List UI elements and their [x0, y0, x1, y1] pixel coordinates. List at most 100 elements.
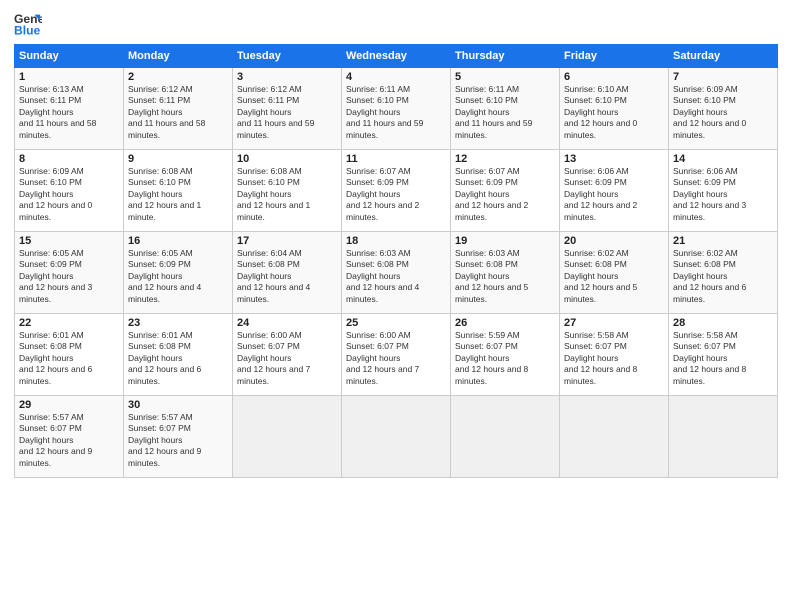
- day-number: 26: [455, 317, 555, 329]
- day-info: Sunrise: 6:00 AM Sunset: 6:07 PM Dayligh…: [237, 330, 337, 387]
- day-number: 20: [564, 235, 664, 247]
- day-number: 5: [455, 71, 555, 83]
- day-number: 4: [346, 71, 446, 83]
- day-info: Sunrise: 6:02 AM Sunset: 6:08 PM Dayligh…: [673, 248, 773, 305]
- day-info: Sunrise: 5:57 AM Sunset: 6:07 PM Dayligh…: [19, 412, 119, 469]
- day-info: Sunrise: 5:58 AM Sunset: 6:07 PM Dayligh…: [564, 330, 664, 387]
- day-info: Sunrise: 6:12 AM Sunset: 6:11 PM Dayligh…: [237, 84, 337, 141]
- day-header-monday: Monday: [124, 45, 233, 68]
- day-header-saturday: Saturday: [669, 45, 778, 68]
- calendar-cell: [233, 396, 342, 478]
- day-info: Sunrise: 5:58 AM Sunset: 6:07 PM Dayligh…: [673, 330, 773, 387]
- day-number: 24: [237, 317, 337, 329]
- day-header-tuesday: Tuesday: [233, 45, 342, 68]
- day-info: Sunrise: 6:01 AM Sunset: 6:08 PM Dayligh…: [19, 330, 119, 387]
- day-number: 3: [237, 71, 337, 83]
- day-info: Sunrise: 6:03 AM Sunset: 6:08 PM Dayligh…: [346, 248, 446, 305]
- page: General Blue SundayMondayTuesdayWednesda…: [0, 0, 792, 612]
- day-info: Sunrise: 6:05 AM Sunset: 6:09 PM Dayligh…: [128, 248, 228, 305]
- day-info: Sunrise: 6:05 AM Sunset: 6:09 PM Dayligh…: [19, 248, 119, 305]
- day-number: 10: [237, 153, 337, 165]
- day-info: Sunrise: 6:02 AM Sunset: 6:08 PM Dayligh…: [564, 248, 664, 305]
- calendar-week-5: 29 Sunrise: 5:57 AM Sunset: 6:07 PM Dayl…: [15, 396, 778, 478]
- day-number: 12: [455, 153, 555, 165]
- day-header-thursday: Thursday: [451, 45, 560, 68]
- calendar-cell: 21 Sunrise: 6:02 AM Sunset: 6:08 PM Dayl…: [669, 232, 778, 314]
- calendar-week-3: 15 Sunrise: 6:05 AM Sunset: 6:09 PM Dayl…: [15, 232, 778, 314]
- calendar-cell: [451, 396, 560, 478]
- day-info: Sunrise: 6:09 AM Sunset: 6:10 PM Dayligh…: [673, 84, 773, 141]
- day-number: 21: [673, 235, 773, 247]
- calendar-cell: 9 Sunrise: 6:08 AM Sunset: 6:10 PM Dayli…: [124, 150, 233, 232]
- calendar-cell: 23 Sunrise: 6:01 AM Sunset: 6:08 PM Dayl…: [124, 314, 233, 396]
- calendar-week-2: 8 Sunrise: 6:09 AM Sunset: 6:10 PM Dayli…: [15, 150, 778, 232]
- calendar-cell: 8 Sunrise: 6:09 AM Sunset: 6:10 PM Dayli…: [15, 150, 124, 232]
- day-number: 2: [128, 71, 228, 83]
- calendar-cell: 13 Sunrise: 6:06 AM Sunset: 6:09 PM Dayl…: [560, 150, 669, 232]
- calendar-cell: 22 Sunrise: 6:01 AM Sunset: 6:08 PM Dayl…: [15, 314, 124, 396]
- calendar-cell: 15 Sunrise: 6:05 AM Sunset: 6:09 PM Dayl…: [15, 232, 124, 314]
- calendar-cell: 30 Sunrise: 5:57 AM Sunset: 6:07 PM Dayl…: [124, 396, 233, 478]
- day-number: 23: [128, 317, 228, 329]
- day-info: Sunrise: 6:01 AM Sunset: 6:08 PM Dayligh…: [128, 330, 228, 387]
- calendar-week-4: 22 Sunrise: 6:01 AM Sunset: 6:08 PM Dayl…: [15, 314, 778, 396]
- calendar-cell: 4 Sunrise: 6:11 AM Sunset: 6:10 PM Dayli…: [342, 68, 451, 150]
- logo: General Blue: [14, 10, 42, 38]
- calendar-cell: 7 Sunrise: 6:09 AM Sunset: 6:10 PM Dayli…: [669, 68, 778, 150]
- day-info: Sunrise: 6:07 AM Sunset: 6:09 PM Dayligh…: [346, 166, 446, 223]
- day-number: 27: [564, 317, 664, 329]
- calendar-cell: 12 Sunrise: 6:07 AM Sunset: 6:09 PM Dayl…: [451, 150, 560, 232]
- day-number: 9: [128, 153, 228, 165]
- day-info: Sunrise: 6:04 AM Sunset: 6:08 PM Dayligh…: [237, 248, 337, 305]
- calendar-cell: 10 Sunrise: 6:08 AM Sunset: 6:10 PM Dayl…: [233, 150, 342, 232]
- calendar-cell: 24 Sunrise: 6:00 AM Sunset: 6:07 PM Dayl…: [233, 314, 342, 396]
- calendar-cell: 20 Sunrise: 6:02 AM Sunset: 6:08 PM Dayl…: [560, 232, 669, 314]
- day-number: 15: [19, 235, 119, 247]
- calendar-cell: 14 Sunrise: 6:06 AM Sunset: 6:09 PM Dayl…: [669, 150, 778, 232]
- day-info: Sunrise: 6:09 AM Sunset: 6:10 PM Dayligh…: [19, 166, 119, 223]
- day-info: Sunrise: 6:08 AM Sunset: 6:10 PM Dayligh…: [237, 166, 337, 223]
- calendar-cell: 6 Sunrise: 6:10 AM Sunset: 6:10 PM Dayli…: [560, 68, 669, 150]
- calendar-cell: 16 Sunrise: 6:05 AM Sunset: 6:09 PM Dayl…: [124, 232, 233, 314]
- day-number: 25: [346, 317, 446, 329]
- day-number: 8: [19, 153, 119, 165]
- day-info: Sunrise: 6:06 AM Sunset: 6:09 PM Dayligh…: [673, 166, 773, 223]
- svg-text:Blue: Blue: [14, 23, 41, 37]
- calendar-table: SundayMondayTuesdayWednesdayThursdayFrid…: [14, 44, 778, 478]
- day-info: Sunrise: 6:10 AM Sunset: 6:10 PM Dayligh…: [564, 84, 664, 141]
- calendar-cell: 5 Sunrise: 6:11 AM Sunset: 6:10 PM Dayli…: [451, 68, 560, 150]
- day-header-wednesday: Wednesday: [342, 45, 451, 68]
- day-number: 19: [455, 235, 555, 247]
- day-number: 7: [673, 71, 773, 83]
- calendar-week-1: 1 Sunrise: 6:13 AM Sunset: 6:11 PM Dayli…: [15, 68, 778, 150]
- day-header-sunday: Sunday: [15, 45, 124, 68]
- day-number: 18: [346, 235, 446, 247]
- day-number: 28: [673, 317, 773, 329]
- day-info: Sunrise: 6:11 AM Sunset: 6:10 PM Dayligh…: [455, 84, 555, 141]
- calendar-cell: 29 Sunrise: 5:57 AM Sunset: 6:07 PM Dayl…: [15, 396, 124, 478]
- day-info: Sunrise: 6:12 AM Sunset: 6:11 PM Dayligh…: [128, 84, 228, 141]
- calendar-cell: 17 Sunrise: 6:04 AM Sunset: 6:08 PM Dayl…: [233, 232, 342, 314]
- day-number: 13: [564, 153, 664, 165]
- calendar-cell: [560, 396, 669, 478]
- day-number: 17: [237, 235, 337, 247]
- day-info: Sunrise: 5:59 AM Sunset: 6:07 PM Dayligh…: [455, 330, 555, 387]
- day-info: Sunrise: 6:00 AM Sunset: 6:07 PM Dayligh…: [346, 330, 446, 387]
- calendar-cell: 18 Sunrise: 6:03 AM Sunset: 6:08 PM Dayl…: [342, 232, 451, 314]
- logo-icon: General Blue: [14, 10, 42, 38]
- day-info: Sunrise: 6:06 AM Sunset: 6:09 PM Dayligh…: [564, 166, 664, 223]
- calendar-cell: 2 Sunrise: 6:12 AM Sunset: 6:11 PM Dayli…: [124, 68, 233, 150]
- day-info: Sunrise: 5:57 AM Sunset: 6:07 PM Dayligh…: [128, 412, 228, 469]
- calendar-cell: 28 Sunrise: 5:58 AM Sunset: 6:07 PM Dayl…: [669, 314, 778, 396]
- day-number: 16: [128, 235, 228, 247]
- calendar-cell: 27 Sunrise: 5:58 AM Sunset: 6:07 PM Dayl…: [560, 314, 669, 396]
- calendar-cell: 19 Sunrise: 6:03 AM Sunset: 6:08 PM Dayl…: [451, 232, 560, 314]
- day-number: 11: [346, 153, 446, 165]
- calendar-cell: [669, 396, 778, 478]
- day-info: Sunrise: 6:07 AM Sunset: 6:09 PM Dayligh…: [455, 166, 555, 223]
- day-info: Sunrise: 6:08 AM Sunset: 6:10 PM Dayligh…: [128, 166, 228, 223]
- day-number: 14: [673, 153, 773, 165]
- day-info: Sunrise: 6:03 AM Sunset: 6:08 PM Dayligh…: [455, 248, 555, 305]
- header: General Blue: [14, 10, 778, 38]
- day-header-friday: Friday: [560, 45, 669, 68]
